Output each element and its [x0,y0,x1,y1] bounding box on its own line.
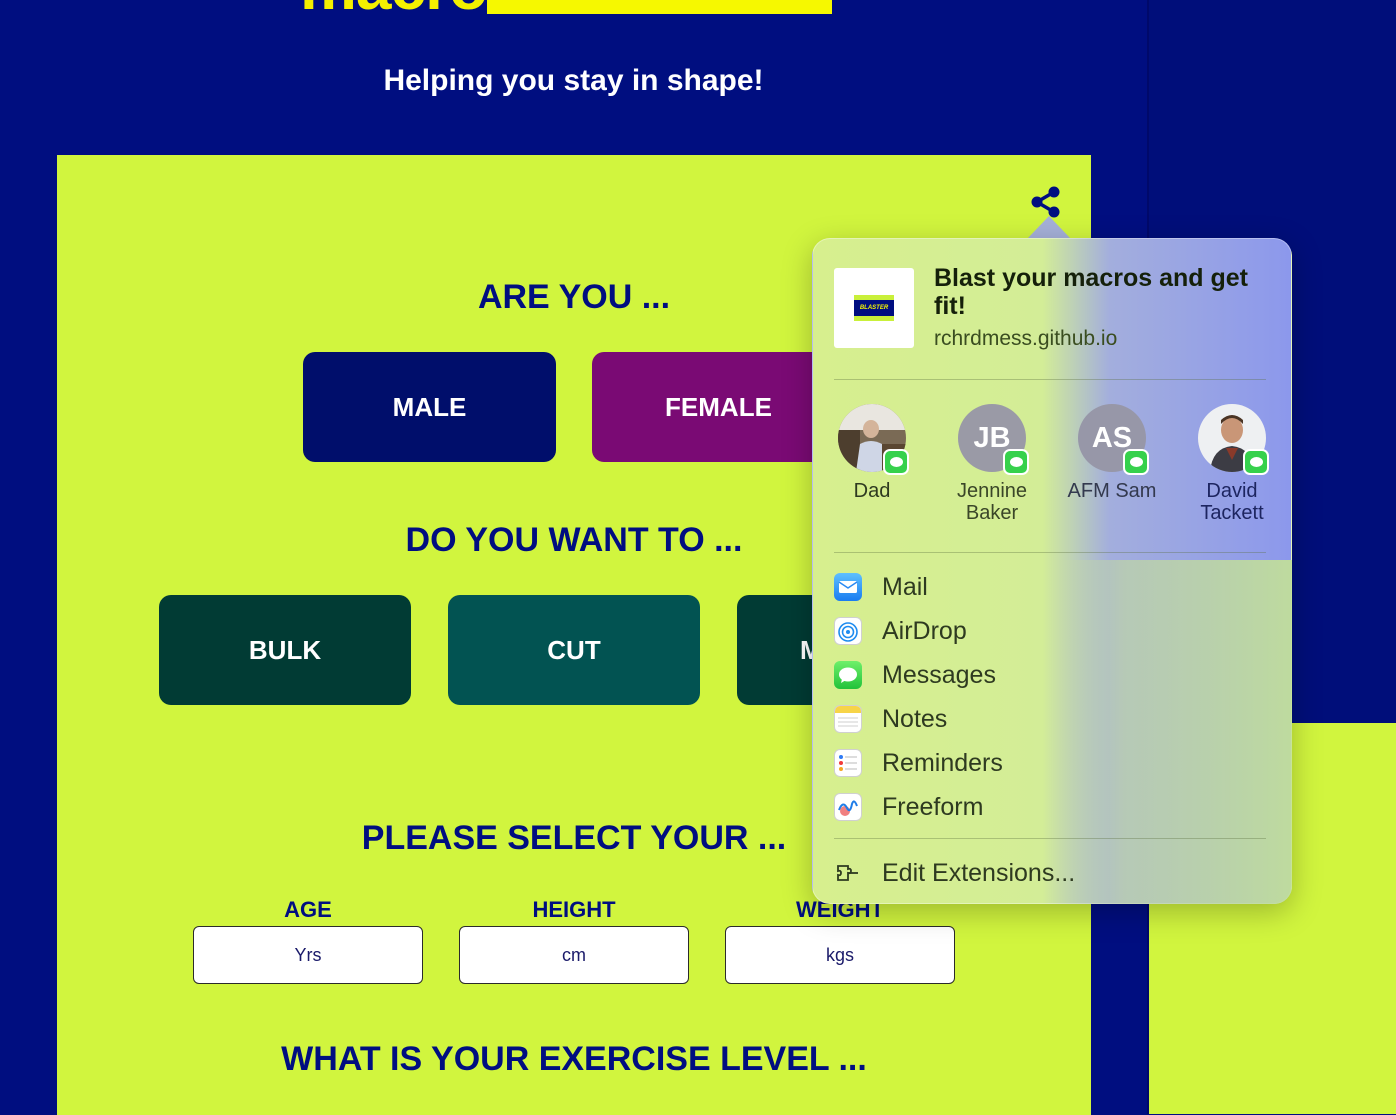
share-title: Blast your macros and get fit! [934,264,1248,320]
airdrop-label: AirDrop [882,616,967,645]
divider [834,379,1266,380]
divider [834,838,1266,839]
age-input[interactable] [193,926,423,984]
share-mail[interactable]: Mail [834,567,1266,607]
messages-badge-icon [1123,449,1149,475]
edit-extensions-label: Edit Extensions... [882,858,1076,887]
share-icon[interactable] [1029,185,1063,219]
contact-name: David Tackett [1200,480,1264,524]
messages-badge-icon [1243,449,1269,475]
contact-jennine-baker[interactable]: JB Jennine Baker [947,404,1037,524]
airdrop-icon [834,617,862,645]
height-label: HEIGHT [532,897,616,922]
mail-label: Mail [882,572,928,601]
contact-afm-sam[interactable]: AS AFM Sam [1067,404,1157,502]
contact-david-tackett[interactable]: David Tackett [1187,404,1277,524]
notes-icon [834,705,862,733]
freeform-label: Freeform [882,792,984,821]
reminders-label: Reminders [882,748,1003,777]
edit-extensions[interactable]: Edit Extensions... [834,853,1266,893]
exercise-heading: WHAT IS YOUR EXERCISE LEVEL ... [281,1040,867,1078]
share-airdrop[interactable]: AirDrop [834,611,1266,651]
share-reminders[interactable]: Reminders [834,743,1266,783]
thumbnail-text: BLASTER [859,305,889,311]
share-thumbnail: BLASTER [834,268,914,348]
avatar [838,404,909,475]
logo-text: macro [300,0,488,19]
share-freeform[interactable]: Freeform [834,787,1266,827]
bulk-button[interactable]: BULK [159,595,411,705]
share-url: rchrdmess.github.io [934,327,1118,350]
messages-label: Messages [882,660,996,689]
age-label: AGE [284,897,332,922]
logo: macro [300,0,833,19]
share-notes[interactable]: Notes [834,699,1266,739]
avatar: AS [1078,404,1149,475]
female-button[interactable]: FEMALE [592,352,845,462]
contact-name: AFM Sam [1067,480,1157,502]
contact-name: Dad [853,480,891,502]
notes-label: Notes [882,704,948,733]
messages-badge-icon [883,449,909,475]
divider [834,552,1266,553]
freeform-icon [834,793,862,821]
contact-dad[interactable]: Dad [827,404,917,502]
extensions-icon [834,859,862,887]
share-messages[interactable]: Messages [834,655,1266,695]
weight-input[interactable] [725,926,955,984]
mail-icon [834,573,862,601]
contact-name: Jennine Baker [956,480,1028,524]
logo-highlight [487,0,833,14]
cut-button[interactable]: CUT [448,595,700,705]
reminders-icon [834,749,862,777]
share-sheet-arrow [1027,216,1071,239]
male-button[interactable]: MALE [303,352,556,462]
avatar: JB [958,404,1029,475]
avatar [1198,404,1269,475]
messages-badge-icon [1003,449,1029,475]
messages-icon [834,661,862,689]
tagline: Helping you stay in shape! [383,64,764,97]
height-input[interactable] [459,926,689,984]
